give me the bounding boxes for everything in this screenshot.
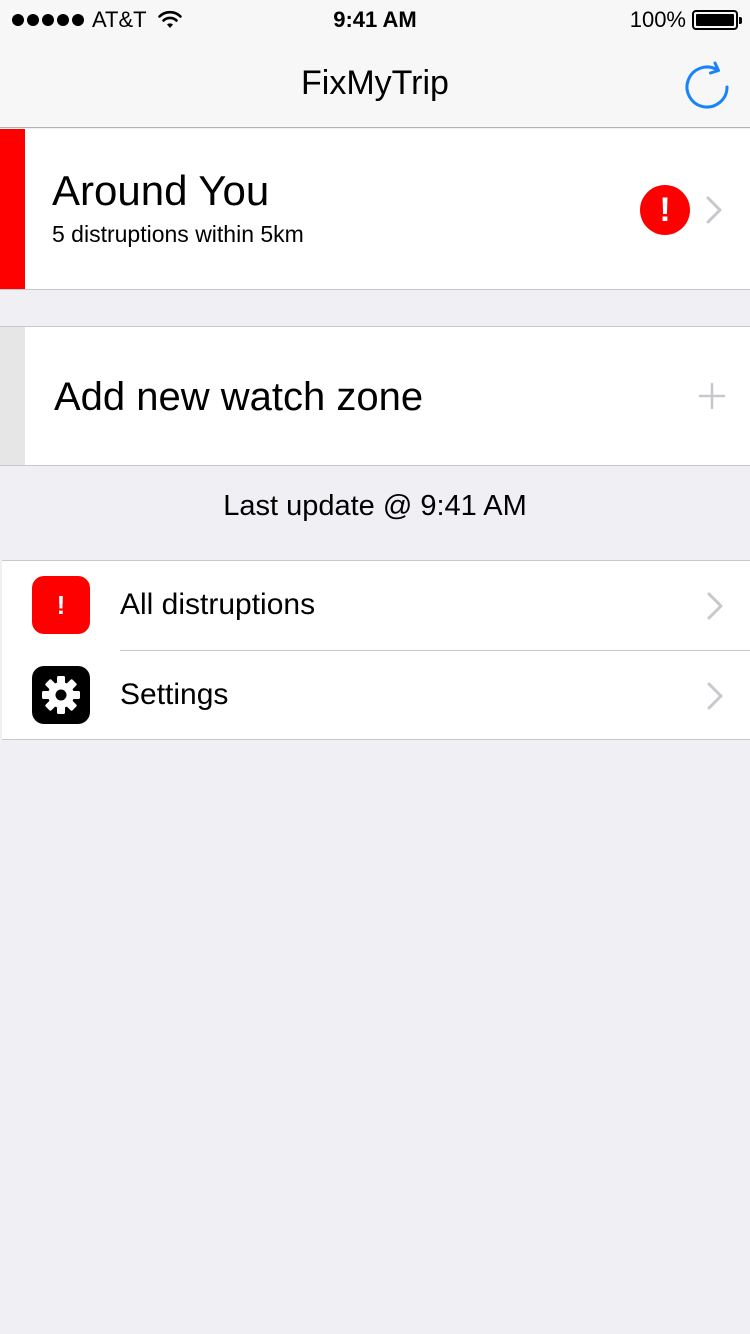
menu-item-label: Settings	[120, 678, 229, 711]
app-screen: AT&T 9:41 AM 100% FixMyTrip Around You 5…	[0, 0, 750, 1334]
menu-item-label: All distruptions	[120, 588, 316, 621]
alert-icon: !	[32, 576, 90, 634]
battery-icon	[692, 10, 742, 30]
gear-icon	[32, 666, 90, 724]
status-right: 100%	[629, 7, 742, 33]
refresh-button[interactable]	[682, 60, 736, 114]
plus-icon	[698, 382, 726, 410]
add-watch-zone-label: Add new watch zone	[54, 375, 424, 419]
menu-item-all-distruptions[interactable]: ! All distruptions	[2, 561, 750, 650]
chevron-right-icon	[705, 195, 723, 225]
add-watch-zone-button[interactable]: Add new watch zone	[0, 326, 750, 466]
page-title: FixMyTrip	[301, 64, 449, 102]
alert-badge-icon: !	[640, 185, 690, 235]
menu-item-settings[interactable]: Settings	[2, 651, 750, 740]
around-you-card[interactable]: Around You 5 distruptions within 5km !	[0, 129, 750, 290]
chevron-right-icon	[706, 591, 724, 621]
disruption-count: 5 distruptions within 5km	[52, 221, 304, 247]
status-bar: AT&T 9:41 AM 100%	[0, 0, 750, 40]
alert-stripe	[0, 129, 25, 289]
chevron-right-icon	[706, 681, 724, 711]
around-you-title: Around You	[52, 167, 270, 214]
last-update-label: Last update @ 9:41 AM	[223, 490, 527, 522]
battery-percentage: 100%	[629, 7, 686, 32]
navigation-bar: FixMyTrip	[0, 40, 750, 128]
menu-list: ! All distruptions Settings	[2, 560, 750, 740]
refresh-icon	[685, 61, 729, 109]
zone-stripe	[0, 327, 25, 465]
